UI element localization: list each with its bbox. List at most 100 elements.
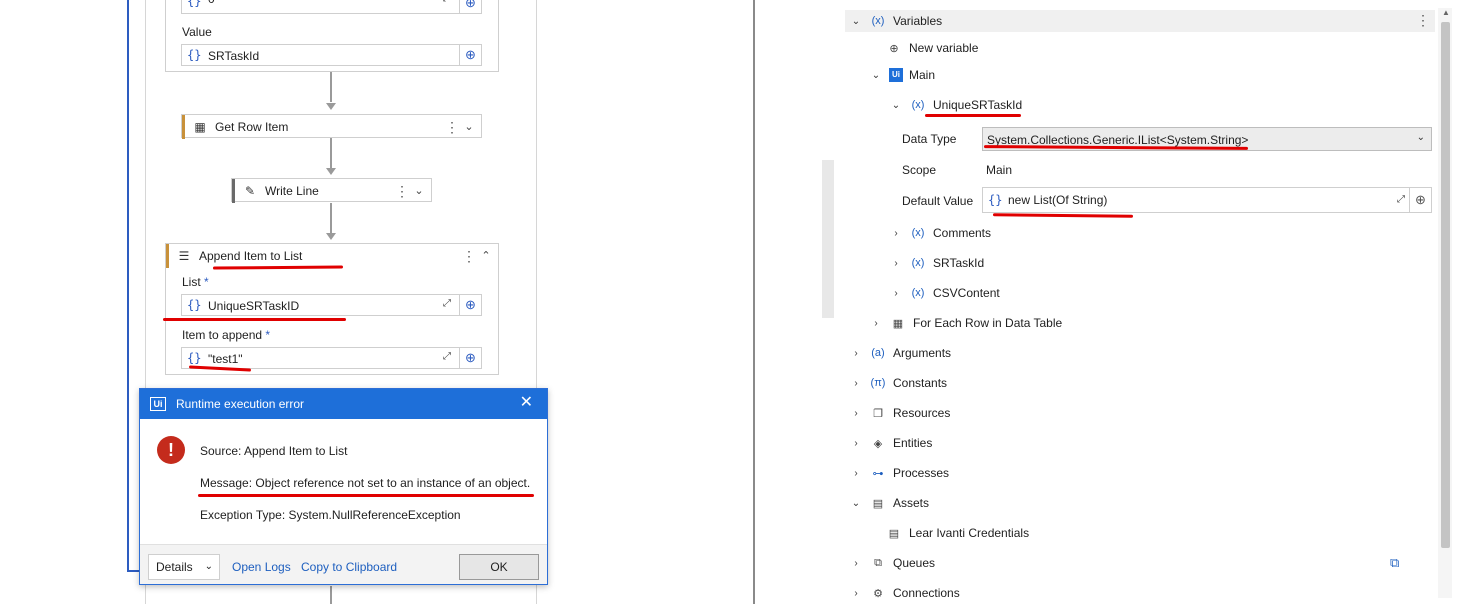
tree-variable-comments[interactable]: › (x) Comments	[889, 222, 991, 244]
scrollbar-thumb[interactable]	[1441, 22, 1450, 548]
tree-main[interactable]: ⌄ Ui Main	[869, 64, 935, 86]
chevron-down-icon[interactable]: ⌄	[411, 182, 427, 200]
more-options-icon[interactable]: ⋮	[462, 248, 476, 264]
plus-icon[interactable]: ⊕	[459, 0, 481, 13]
chevron-right-icon: ›	[854, 587, 858, 599]
variable-name-label: SRTaskId	[933, 256, 985, 270]
expression-brace-icon: {}	[988, 193, 1003, 207]
connector-arrow	[326, 233, 336, 240]
list-field-value: UniqueSRTaskID	[208, 299, 300, 313]
tree-resources[interactable]: › ❐ Resources	[849, 402, 950, 424]
expand-icon[interactable]: ⤢	[443, 0, 455, 7]
arguments-label: Arguments	[893, 346, 952, 360]
details-label: Details	[156, 560, 193, 574]
variable-icon: (x)	[911, 227, 925, 239]
copy-to-clipboard-link[interactable]: Copy to Clipboard	[301, 560, 397, 574]
scroll-up-icon[interactable]: ▲	[1440, 8, 1452, 20]
tree-connections[interactable]: › ⚙ Connections	[849, 582, 959, 604]
annotation-underline	[163, 318, 346, 321]
default-value-field[interactable]: {} new List(Of String) ⤢ ⊕	[982, 187, 1432, 213]
ok-button[interactable]: OK	[459, 554, 539, 580]
chevron-up-icon[interactable]: ⌃	[478, 247, 494, 265]
connector-line	[330, 72, 332, 102]
close-icon[interactable]: ✕	[520, 395, 533, 411]
panel-splitter[interactable]	[822, 160, 834, 318]
top-field-value: 0	[208, 0, 215, 6]
plus-icon[interactable]: ⊕	[1409, 188, 1431, 212]
tree-processes[interactable]: › ⊶ Processes	[849, 462, 949, 484]
more-options-icon[interactable]: ⋮	[395, 183, 409, 199]
constant-icon: (π)	[870, 377, 886, 389]
connector-line	[330, 586, 332, 604]
tree-entities[interactable]: › ◈ Entities	[849, 432, 932, 454]
tree-variable-csvcontent[interactable]: › (x) CSVContent	[889, 282, 999, 304]
tree-variable-uniquesrtaskid[interactable]: ⌄ (x) UniqueSRTaskId	[889, 94, 1022, 116]
variable-icon: (x)	[911, 99, 925, 111]
main-label: Main	[909, 68, 936, 82]
screen: {} 0 ⤢ ⊕ Value {} SRTaskId ⊕ ▦ Get Row I…	[0, 0, 1457, 604]
external-link-icon[interactable]: ⧉	[1390, 555, 1406, 571]
expand-icon[interactable]: ⤢	[443, 351, 455, 365]
chevron-down-icon: ⌄	[1416, 132, 1425, 143]
processes-label: Processes	[893, 466, 950, 480]
list-add-icon: ☰	[178, 249, 190, 263]
connector-line	[330, 203, 332, 233]
value-field[interactable]: {} SRTaskId ⊕	[181, 44, 482, 66]
tree-new-variable[interactable]: ⊕ New variable	[885, 37, 978, 59]
default-value-text: new List(Of String)	[1008, 193, 1108, 207]
uipath-logo-icon: Ui	[150, 397, 166, 411]
for-each-row-icon: ▦	[892, 317, 904, 330]
variable-name-label: Comments	[933, 226, 992, 240]
asset-item-label: Lear Ivanti Credentials	[909, 526, 1030, 540]
variable-icon: (x)	[871, 15, 885, 27]
dialog-footer: Details ⌄ Open Logs Copy to Clipboard OK	[140, 544, 547, 584]
value-field-text: SRTaskId	[208, 49, 260, 63]
runtime-error-dialog: Ui Runtime execution error ✕ ! Source: A…	[139, 388, 548, 585]
connections-icon: ⚙	[873, 587, 883, 600]
item-to-append-label: Item to append *	[182, 328, 271, 342]
expression-brace-icon: {}	[187, 351, 202, 365]
tree-arguments[interactable]: › (a) Arguments	[849, 342, 951, 364]
more-options-icon[interactable]: ⋮	[445, 119, 459, 135]
connector-line	[330, 138, 332, 168]
expand-icon[interactable]: ⤢	[1397, 194, 1405, 205]
add-icon: ⊕	[889, 42, 899, 55]
chevron-right-icon: ›	[854, 377, 858, 389]
sequence-border	[127, 0, 129, 572]
write-line-activity[interactable]: ✎ Write Line ⋮ ⌄	[231, 178, 432, 203]
data-type-label: Data Type	[902, 132, 957, 146]
chevron-right-icon: ›	[854, 407, 858, 419]
tree-queues[interactable]: › ⧉ Queues	[849, 552, 935, 574]
error-icon: !	[157, 436, 185, 464]
pen-icon: ✎	[244, 184, 256, 198]
plus-icon[interactable]: ⊕	[459, 348, 481, 368]
list-field[interactable]: {} UniqueSRTaskID ⤢ ⊕	[181, 294, 482, 316]
chevron-right-icon: ›	[854, 557, 858, 569]
error-exception-type: Exception Type: System.NullReferenceExce…	[200, 508, 461, 522]
expression-brace-icon: {}	[187, 0, 202, 8]
top-expression-field[interactable]: {} 0 ⤢ ⊕	[181, 0, 482, 14]
tree-variables[interactable]: ⌄ (x) Variables	[849, 10, 942, 32]
tree-variable-srtaskid[interactable]: › (x) SRTaskId	[889, 252, 984, 274]
open-logs-link[interactable]: Open Logs	[232, 560, 291, 574]
sequence-border-bottom	[127, 570, 139, 572]
tree-for-each-row[interactable]: › ▦ For Each Row in Data Table	[869, 312, 1062, 334]
expand-icon[interactable]: ⤢	[443, 298, 455, 312]
tree-assets[interactable]: ⌄ ▤ Assets	[849, 492, 929, 514]
expression-brace-icon: {}	[187, 298, 202, 312]
chevron-down-icon[interactable]: ⌄	[461, 118, 477, 136]
queues-icon: ⧉	[874, 556, 882, 569]
get-row-item-activity[interactable]: ▦ Get Row Item ⋮ ⌄	[181, 114, 482, 139]
more-options-icon[interactable]: ⋮	[1416, 12, 1430, 29]
plus-icon[interactable]: ⊕	[459, 45, 481, 65]
tree-constants[interactable]: › (π) Constants	[849, 372, 947, 394]
annotation-underline	[925, 114, 1021, 117]
default-value-label: Default Value	[902, 194, 974, 208]
new-variable-label: New variable	[909, 41, 979, 55]
annotation-underline	[198, 494, 534, 497]
details-dropdown[interactable]: Details ⌄	[148, 554, 220, 580]
entities-label: Entities	[893, 436, 933, 450]
tree-asset-item[interactable]: ▤ Lear Ivanti Credentials	[885, 522, 1029, 544]
plus-icon[interactable]: ⊕	[459, 295, 481, 315]
item-to-append-field[interactable]: {} "test1" ⤢ ⊕	[181, 347, 482, 369]
